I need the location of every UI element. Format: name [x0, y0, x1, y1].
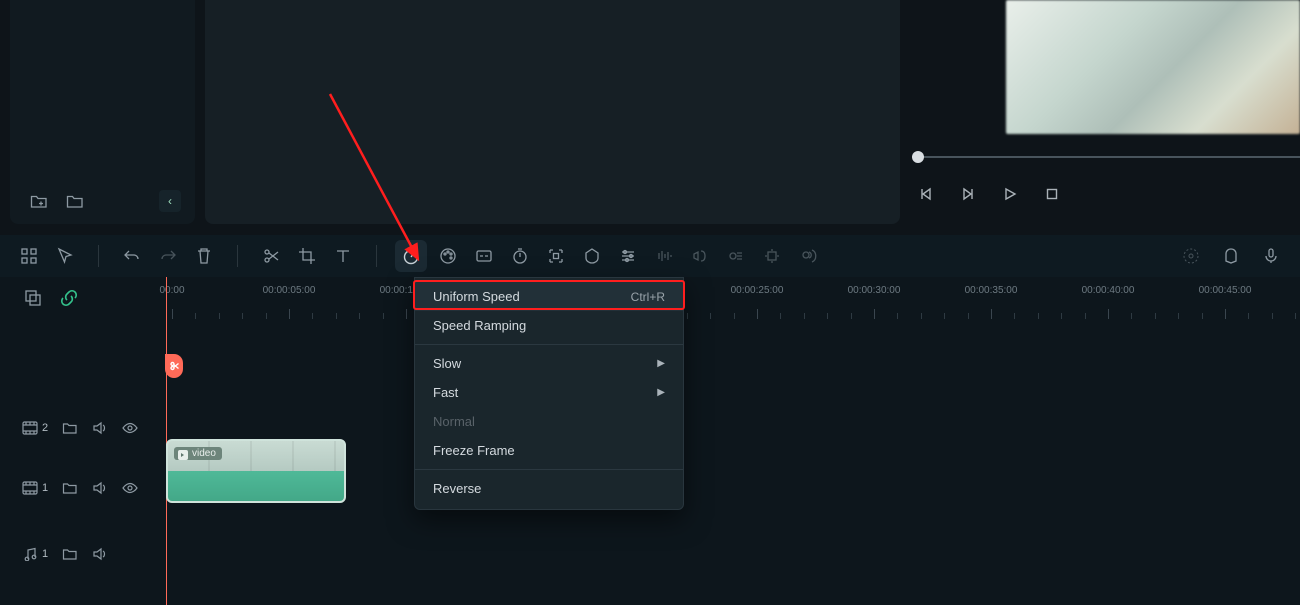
menu-item-speed-ramping[interactable]: Speed Ramping	[415, 311, 683, 340]
chevron-right-icon: ▶	[657, 358, 665, 369]
track-mute-icon[interactable]	[92, 421, 108, 435]
track-head: 2	[0, 417, 160, 439]
track-folder-icon[interactable]	[62, 481, 78, 495]
folder-icon[interactable]	[66, 193, 84, 209]
menu-item-label: Reverse	[433, 481, 481, 496]
ruler-label: 00:00:30:00	[848, 285, 901, 296]
redo-icon[interactable]	[159, 247, 177, 265]
folder-plus-icon[interactable]	[30, 193, 48, 209]
apps-grid-icon[interactable]	[20, 247, 38, 265]
toolbar-separator	[98, 245, 99, 267]
trash-icon[interactable]	[195, 247, 213, 265]
stop-button[interactable]	[1044, 186, 1060, 202]
video-clip[interactable]: video	[166, 439, 346, 503]
properties-panel	[205, 0, 900, 224]
menu-item-label: Fast	[433, 385, 458, 400]
timeline-toolbar	[0, 235, 1300, 277]
toolbar-separator	[376, 245, 377, 267]
color-palette-icon[interactable]	[439, 247, 457, 265]
audio-eq-icon[interactable]	[655, 247, 673, 265]
menu-item-slow[interactable]: Slow ▶	[415, 349, 683, 378]
track-index: 2	[42, 422, 48, 434]
media-sidebar: ‹	[10, 0, 195, 224]
audio-detach-icon[interactable]	[691, 247, 709, 265]
track-mute-icon[interactable]	[92, 481, 108, 495]
ruler-label: 00:00:45:00	[1199, 285, 1252, 296]
track-visibility-icon[interactable]	[122, 421, 138, 435]
render-indicator-icon[interactable]	[1182, 247, 1200, 265]
cursor-icon[interactable]	[56, 247, 74, 265]
menu-item-fast[interactable]: Fast ▶	[415, 378, 683, 407]
text-tool-icon[interactable]	[334, 247, 352, 265]
stabilize-icon[interactable]	[763, 247, 781, 265]
mask-icon[interactable]	[583, 247, 601, 265]
track-index: 1	[42, 482, 48, 494]
menu-item-reverse[interactable]: Reverse	[415, 474, 683, 503]
track-folder-icon[interactable]	[62, 547, 78, 561]
ruler-label: 00:00:05:00	[263, 285, 316, 296]
track-type-icon	[22, 547, 38, 561]
track-head: 1	[0, 477, 160, 499]
preview-video-frame[interactable]	[1006, 0, 1300, 134]
menu-item-label: Slow	[433, 356, 461, 371]
playhead-knob[interactable]	[165, 354, 183, 378]
clip-label: video	[174, 447, 222, 460]
track-visibility-icon[interactable]	[122, 481, 138, 495]
track-type-icon	[22, 421, 38, 435]
ruler-label: 00:00:40:00	[1082, 285, 1135, 296]
menu-item-shortcut: Ctrl+R	[631, 290, 665, 304]
track-type-icon	[22, 481, 38, 495]
prev-frame-button[interactable]	[918, 186, 934, 202]
mic-record-icon[interactable]	[1262, 247, 1280, 265]
timer-icon[interactable]	[511, 247, 529, 265]
menu-item-label: Freeze Frame	[433, 443, 515, 458]
menu-item-label: Normal	[433, 414, 475, 429]
marker-icon[interactable]	[1222, 247, 1240, 265]
ruler-label: 00:00	[159, 285, 184, 296]
menu-item-uniform-speed[interactable]: Uniform Speed Ctrl+R	[415, 282, 683, 311]
track-mute-icon[interactable]	[92, 547, 108, 561]
voice-icon[interactable]	[799, 247, 817, 265]
auto-reframe-icon[interactable]	[547, 247, 565, 265]
preview-scrubber[interactable]	[910, 154, 1300, 160]
undo-icon[interactable]	[123, 247, 141, 265]
speed-icon[interactable]	[395, 240, 427, 272]
track-folder-icon[interactable]	[62, 421, 78, 435]
menu-item-label: Speed Ramping	[433, 318, 526, 333]
scissors-icon[interactable]	[262, 247, 280, 265]
toolbar-separator	[237, 245, 238, 267]
collapse-sidebar-button[interactable]: ‹	[159, 190, 181, 212]
link-icon[interactable]	[60, 289, 78, 307]
speed-context-menu: Uniform SpeedCtrl+RSpeed RampingSlow▶Fas…	[414, 277, 684, 510]
ruler-label: 00:00:25:00	[731, 285, 784, 296]
menu-item-label: Uniform Speed	[433, 289, 520, 304]
play-button[interactable]	[1002, 186, 1018, 202]
chevron-right-icon: ▶	[657, 387, 665, 398]
menu-item-normal: Normal	[415, 407, 683, 436]
menu-item-freeze-frame[interactable]: Freeze Frame	[415, 436, 683, 465]
preview-panel	[910, 0, 1290, 224]
track-index: 1	[42, 548, 48, 560]
caption-icon[interactable]	[475, 247, 493, 265]
audio-beat-icon[interactable]	[727, 247, 745, 265]
ruler-label: 00:00:35:00	[965, 285, 1018, 296]
crop-icon[interactable]	[298, 247, 316, 265]
track-head: 1	[0, 543, 160, 565]
adjust-icon[interactable]	[619, 247, 637, 265]
play-range-button[interactable]	[960, 186, 976, 202]
group-select-icon[interactable]	[24, 289, 42, 307]
